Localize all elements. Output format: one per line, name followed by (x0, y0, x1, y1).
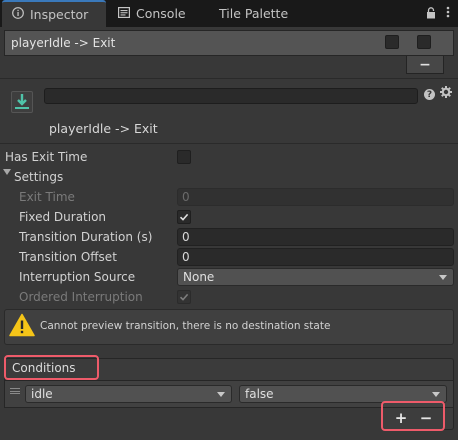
add-condition-label: + (394, 409, 408, 427)
tab-bar: Inspector Console Tile Palette (0, 0, 458, 27)
mute-toggle[interactable] (417, 35, 431, 49)
transition-duration-field[interactable]: 0 (177, 228, 454, 246)
add-condition-button[interactable]: + (389, 408, 413, 428)
tab-console-label: Console (136, 6, 186, 21)
exit-time-value: 0 (182, 190, 190, 204)
ordered-interruption-label: Ordered Interruption (19, 290, 143, 304)
remove-condition-label: − (419, 409, 433, 427)
divider (0, 78, 458, 79)
settings-foldout[interactable]: Settings (14, 168, 63, 186)
condition-parameter-value: idle (31, 387, 53, 401)
condition-value-dropdown[interactable]: false (239, 385, 447, 403)
transition-offset-field[interactable]: 0 (177, 248, 454, 266)
lock-icon[interactable] (426, 7, 436, 22)
dropdown-arrow-icon (432, 392, 440, 397)
tab-console[interactable]: Console (118, 0, 186, 27)
condition-parameter-dropdown[interactable]: idle (25, 385, 232, 403)
fixed-duration-checkbox[interactable] (177, 210, 191, 224)
has-exit-time-label: Has Exit Time (5, 150, 88, 164)
help-icon[interactable]: ? (424, 89, 435, 100)
transition-list-item-label: playerIdle -> Exit (11, 36, 116, 50)
info-icon (12, 7, 24, 22)
checkmark-icon (179, 213, 189, 221)
transition-duration-label: Transition Duration (s) (19, 230, 153, 244)
tab-inspector[interactable]: Inspector (2, 0, 106, 27)
fixed-duration-label: Fixed Duration (19, 210, 107, 224)
condition-value-value: false (245, 387, 274, 401)
tab-inspector-label: Inspector (30, 7, 89, 22)
transition-duration-value: 0 (182, 230, 190, 244)
remove-condition-button[interactable]: − (414, 408, 438, 428)
more-options-icon[interactable] (446, 6, 450, 21)
warning-text: Cannot preview transition, there is no d… (40, 320, 331, 332)
tab-tile-palette-label: Tile Palette (219, 6, 289, 21)
exit-time-field: 0 (177, 188, 454, 206)
console-icon (118, 6, 131, 21)
dropdown-arrow-icon (217, 392, 225, 397)
transition-offset-value: 0 (182, 250, 190, 264)
chevron-down-icon[interactable] (3, 168, 11, 176)
transition-offset-label: Transition Offset (19, 250, 117, 264)
help-label: ? (426, 89, 433, 100)
transition-icon (11, 91, 33, 113)
ordered-interruption-checkbox (177, 290, 191, 304)
warning-icon (9, 313, 35, 337)
has-exit-time-checkbox[interactable] (177, 150, 191, 164)
drag-handle-icon[interactable] (10, 388, 20, 394)
interruption-source-value: None (183, 270, 215, 284)
remove-transition-button[interactable]: − (406, 56, 444, 74)
divider (0, 143, 458, 144)
transition-title: playerIdle -> Exit (49, 121, 158, 136)
interruption-source-label: Interruption Source (19, 270, 136, 284)
gear-icon[interactable] (440, 86, 452, 102)
checkmark-icon (179, 293, 189, 301)
remove-transition-label: − (419, 56, 431, 73)
tab-tile-palette[interactable]: Tile Palette (219, 0, 288, 27)
dropdown-arrow-icon (439, 275, 447, 280)
transition-name-field[interactable] (44, 88, 418, 104)
interruption-source-dropdown[interactable]: None (177, 268, 454, 286)
conditions-title: Conditions (12, 361, 76, 375)
solo-toggle[interactable] (385, 35, 399, 49)
exit-time-label: Exit Time (19, 190, 75, 204)
